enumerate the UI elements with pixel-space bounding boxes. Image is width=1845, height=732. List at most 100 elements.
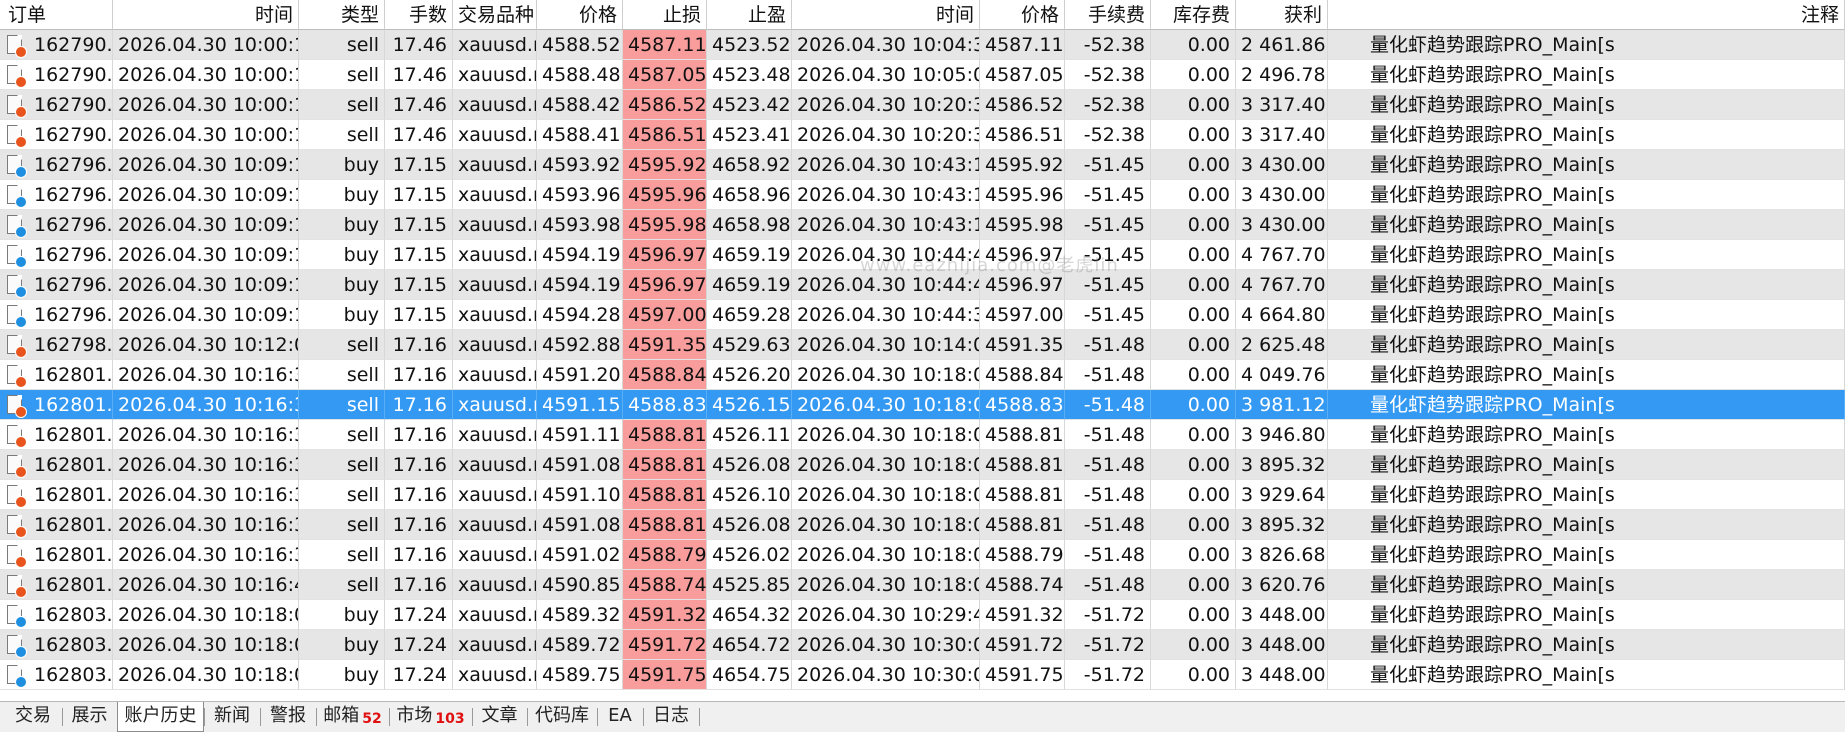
- cell-take-profit: 4523.52: [707, 30, 792, 60]
- cell-close-price: 4595.98: [980, 210, 1065, 240]
- cell-commission: -51.72: [1065, 660, 1151, 690]
- cell-swap: 0.00: [1151, 390, 1236, 420]
- table-row[interactable]: 162798...2026.04.30 10:12:01sell17.16xau…: [0, 330, 1845, 360]
- column-header-swap[interactable]: 库存费: [1151, 0, 1236, 30]
- table-row[interactable]: 162796...2026.04.30 10:09:17buy17.15xauu…: [0, 150, 1845, 180]
- cell-profit: 2 625.48: [1236, 330, 1328, 360]
- cell-commission: -51.48: [1065, 540, 1151, 570]
- cell-comment: 量化虾趋势跟踪PRO_Main[s: [1328, 60, 1845, 90]
- column-header-type[interactable]: 类型: [299, 0, 385, 30]
- tab-3[interactable]: 新闻: [204, 702, 260, 732]
- cell-symbol: xauusd.n: [453, 90, 537, 120]
- cell-swap: 0.00: [1151, 570, 1236, 600]
- cell-volume: 17.24: [385, 660, 453, 690]
- column-header-stop-loss[interactable]: 止损: [623, 0, 707, 30]
- cell-comment: 量化虾趋势跟踪PRO_Main[s: [1328, 420, 1845, 450]
- column-header-open-time[interactable]: 时间: [113, 0, 299, 30]
- cell-take-profit: 4526.08: [707, 510, 792, 540]
- cell-close-time: 2026.04.30 10:43:13: [792, 180, 980, 210]
- buy-trade-icon: [7, 245, 26, 267]
- cell-order: 162801...: [0, 570, 113, 600]
- tab-4[interactable]: 警报: [260, 702, 316, 732]
- buy-trade-icon: [7, 635, 26, 657]
- table-row[interactable]: 162790...2026.04.30 10:00:17sell17.46xau…: [0, 120, 1845, 150]
- table-row[interactable]: 162801...2026.04.30 10:16:37sell17.16xau…: [0, 450, 1845, 480]
- tab-9[interactable]: EA: [597, 702, 643, 732]
- tab-2[interactable]: 账户历史: [117, 702, 204, 732]
- tab-0[interactable]: 交易: [4, 702, 62, 732]
- cell-symbol: xauusd.n: [453, 330, 537, 360]
- cell-close-price: 4588.83: [980, 390, 1065, 420]
- cell-open-price: 4593.96: [537, 180, 623, 210]
- cell-open-time: 2026.04.30 10:09:17: [113, 240, 299, 270]
- table-row[interactable]: 162801...2026.04.30 10:16:37sell17.16xau…: [0, 540, 1845, 570]
- cell-profit: 3 448.00: [1236, 630, 1328, 660]
- order-id: 162796...: [34, 304, 113, 326]
- cell-symbol: xauusd.n: [453, 150, 537, 180]
- cell-commission: -51.72: [1065, 630, 1151, 660]
- column-header-close-time[interactable]: 时间: [792, 0, 980, 30]
- table-row[interactable]: 162796...2026.04.30 10:09:17buy17.15xauu…: [0, 210, 1845, 240]
- table-row[interactable]: 162790...2026.04.30 10:00:17sell17.46xau…: [0, 90, 1845, 120]
- table-row[interactable]: 162801...2026.04.30 10:16:34sell17.16xau…: [0, 360, 1845, 390]
- cell-stop-loss: 4597.00: [623, 300, 707, 330]
- table-row[interactable]: 162790...2026.04.30 10:00:17sell17.46xau…: [0, 60, 1845, 90]
- cell-type: sell: [299, 60, 385, 90]
- column-header-order[interactable]: 订单: [0, 0, 113, 30]
- table-row[interactable]: 162801...2026.04.30 10:16:37sell17.16xau…: [0, 510, 1845, 540]
- cell-open-time: 2026.04.30 10:09:17: [113, 210, 299, 240]
- cell-volume: 17.16: [385, 480, 453, 510]
- cell-stop-loss: 4588.79: [623, 540, 707, 570]
- cell-take-profit: 4658.96: [707, 180, 792, 210]
- table-row[interactable]: 162803...2026.04.30 10:18:05buy17.24xauu…: [0, 600, 1845, 630]
- tab-6[interactable]: 市场 103: [389, 702, 472, 732]
- table-row[interactable]: 162790...2026.04.30 10:00:16sell17.46xau…: [0, 30, 1845, 60]
- buy-trade-icon: [7, 275, 26, 297]
- column-header-take-profit[interactable]: 止盈: [707, 0, 792, 30]
- cell-open-price: 4591.08: [537, 450, 623, 480]
- cell-symbol: xauusd.n: [453, 450, 537, 480]
- table-row[interactable]: 162796...2026.04.30 10:09:17buy17.15xauu…: [0, 180, 1845, 210]
- table-row[interactable]: 162803...2026.04.30 10:18:08buy17.24xauu…: [0, 630, 1845, 660]
- tab-7[interactable]: 文章: [472, 702, 527, 732]
- cell-take-profit: 4658.98: [707, 210, 792, 240]
- table-row[interactable]: 162796...2026.04.30 10:09:17buy17.15xauu…: [0, 240, 1845, 270]
- table-row[interactable]: 162796...2026.04.30 10:09:17buy17.15xauu…: [0, 300, 1845, 330]
- column-header-open-price[interactable]: 价格: [537, 0, 623, 30]
- column-header-volume[interactable]: 手数: [385, 0, 453, 30]
- cell-comment: 量化虾趋势跟踪PRO_Main[s: [1328, 360, 1845, 390]
- cell-comment: 量化虾趋势跟踪PRO_Main[s: [1328, 600, 1845, 630]
- table-row-selected[interactable]: 162801...2026.04.30 10:16:34sell17.16xau…: [0, 390, 1845, 420]
- order-id: 162790...: [34, 64, 113, 86]
- cell-open-time: 2026.04.30 10:18:08: [113, 660, 299, 690]
- cell-type: sell: [299, 30, 385, 60]
- cell-take-profit: 4526.15: [707, 390, 792, 420]
- cell-swap: 0.00: [1151, 150, 1236, 180]
- cell-commission: -51.48: [1065, 510, 1151, 540]
- tab-5[interactable]: 邮箱 52: [316, 702, 389, 732]
- cell-take-profit: 4654.75: [707, 660, 792, 690]
- cell-stop-loss: 4596.97: [623, 270, 707, 300]
- column-header-commission[interactable]: 手续费: [1065, 0, 1151, 30]
- tab-1[interactable]: 展示: [62, 702, 117, 732]
- table-row[interactable]: 162801...2026.04.30 10:16:37sell17.16xau…: [0, 480, 1845, 510]
- table-row[interactable]: 162803...2026.04.30 10:18:08buy17.24xauu…: [0, 660, 1845, 690]
- table-row[interactable]: 162801...2026.04.30 10:16:35sell17.16xau…: [0, 420, 1845, 450]
- cell-volume: 17.15: [385, 240, 453, 270]
- cell-comment: 量化虾趋势跟踪PRO_Main[s: [1328, 660, 1845, 690]
- column-header-profit[interactable]: 获利: [1236, 0, 1328, 30]
- cell-take-profit: 4526.10: [707, 480, 792, 510]
- tab-10[interactable]: 日志: [643, 702, 699, 732]
- cell-open-time: 2026.04.30 10:16:40: [113, 570, 299, 600]
- column-header-close-price[interactable]: 价格: [980, 0, 1065, 30]
- tab-8[interactable]: 代码库: [527, 702, 597, 732]
- cell-volume: 17.46: [385, 30, 453, 60]
- cell-commission: -51.45: [1065, 180, 1151, 210]
- cell-stop-loss: 4588.81: [623, 420, 707, 450]
- column-header-comment[interactable]: 注释: [1328, 0, 1845, 30]
- cell-stop-loss: 4586.51: [623, 120, 707, 150]
- table-row[interactable]: 162796...2026.04.30 10:09:17buy17.15xauu…: [0, 270, 1845, 300]
- column-header-symbol[interactable]: 交易品种: [453, 0, 537, 30]
- table-row[interactable]: 162801...2026.04.30 10:16:40sell17.16xau…: [0, 570, 1845, 600]
- cell-close-price: 4586.52: [980, 90, 1065, 120]
